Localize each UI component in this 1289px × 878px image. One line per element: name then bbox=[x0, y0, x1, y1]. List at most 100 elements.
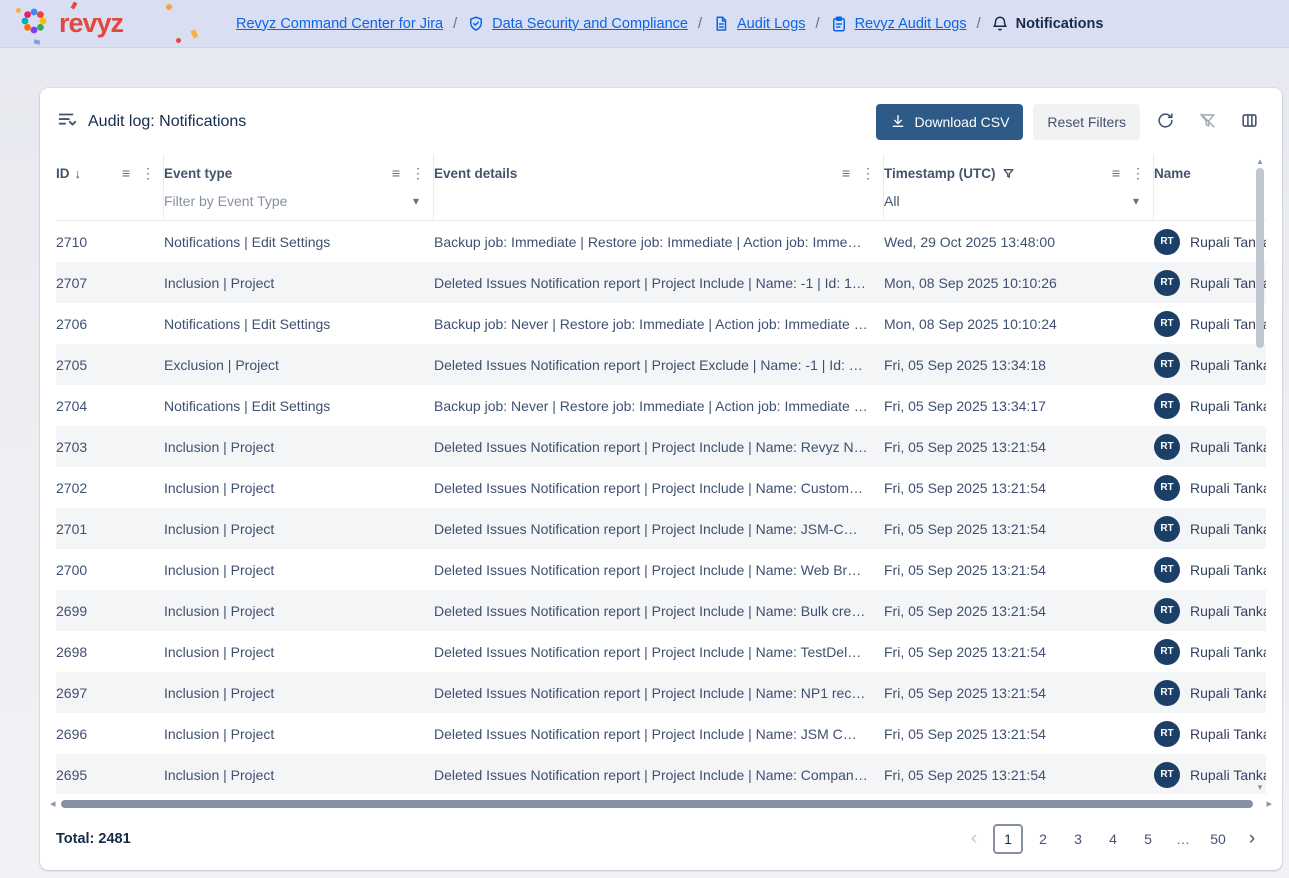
cell-timestamp: Fri, 05 Sep 2025 13:21:54 bbox=[884, 685, 1154, 701]
table-row[interactable]: 2699 Inclusion | Project Deleted Issues … bbox=[56, 590, 1266, 631]
previous-page-button[interactable]: ‹ bbox=[960, 824, 988, 854]
page-button-2[interactable]: 2 bbox=[1028, 824, 1058, 854]
next-page-button[interactable]: › bbox=[1238, 824, 1266, 854]
drag-handle-icon[interactable]: ≡ bbox=[1112, 165, 1120, 181]
audit-table: ID ↓ ≡ ⋮ Event type ≡ ⋮ bbox=[56, 154, 1266, 794]
audit-log-list-icon bbox=[56, 109, 78, 136]
confetti-decoration bbox=[16, 8, 21, 13]
breadcrumb-command-center-link[interactable]: Revyz Command Center for Jira bbox=[236, 16, 443, 32]
pagination-ellipsis: … bbox=[1168, 824, 1198, 854]
revyz-logo[interactable]: revyz bbox=[16, 0, 212, 48]
cell-id: 2699 bbox=[56, 603, 164, 619]
cell-event-details: Deleted Issues Notification report | Pro… bbox=[434, 644, 884, 660]
breadcrumb: Revyz Command Center for Jira / Data Sec… bbox=[236, 15, 1103, 33]
table-row[interactable]: 2700 Inclusion | Project Deleted Issues … bbox=[56, 549, 1266, 590]
table-row[interactable]: 2710 Notifications | Edit Settings Backu… bbox=[56, 221, 1266, 262]
revyz-pinwheel-icon bbox=[16, 3, 52, 44]
cell-event-details: Deleted Issues Notification report | Pro… bbox=[434, 767, 884, 783]
reset-filters-button[interactable]: Reset Filters bbox=[1033, 104, 1140, 140]
drag-handle-icon[interactable]: ≡ bbox=[122, 165, 130, 181]
confetti-decoration bbox=[191, 29, 199, 38]
cell-id: 2703 bbox=[56, 439, 164, 455]
breadcrumb-revyz-audit-logs-link[interactable]: Revyz Audit Logs bbox=[830, 15, 967, 33]
table-row[interactable]: 2704 Notifications | Edit Settings Backu… bbox=[56, 385, 1266, 426]
breadcrumb-audit-logs-link[interactable]: Audit Logs bbox=[712, 15, 806, 33]
table-row[interactable]: 2696 Inclusion | Project Deleted Issues … bbox=[56, 713, 1266, 754]
table-row[interactable]: 2702 Inclusion | Project Deleted Issues … bbox=[56, 467, 1266, 508]
table-row[interactable]: 2698 Inclusion | Project Deleted Issues … bbox=[56, 631, 1266, 672]
filter-funnel-icon[interactable] bbox=[1002, 167, 1015, 180]
page-button-50[interactable]: 50 bbox=[1203, 824, 1233, 854]
page-button-5[interactable]: 5 bbox=[1133, 824, 1163, 854]
vertical-scrollbar[interactable]: ▴ ▾ bbox=[1254, 156, 1266, 792]
clear-filters-button[interactable] bbox=[1190, 105, 1224, 139]
page-button-3[interactable]: 3 bbox=[1063, 824, 1093, 854]
drag-handle-icon[interactable]: ≡ bbox=[392, 165, 400, 181]
scroll-up-icon[interactable]: ▴ bbox=[1258, 156, 1263, 166]
cell-name: RT Rupali Tanka bbox=[1154, 270, 1266, 296]
page-title: Audit log: Notifications bbox=[88, 113, 246, 131]
cell-id: 2701 bbox=[56, 521, 164, 537]
horizontal-scrollbar[interactable]: ◂ ▸ bbox=[50, 796, 1272, 812]
column-header-timestamp: Timestamp (UTC) ≡ ⋮ All bbox=[884, 154, 1154, 220]
refresh-button[interactable] bbox=[1148, 105, 1182, 139]
scroll-down-icon[interactable]: ▾ bbox=[1258, 782, 1263, 792]
event-type-filter-input[interactable] bbox=[164, 193, 407, 209]
vertical-scroll-track[interactable] bbox=[1256, 168, 1264, 780]
scroll-right-icon[interactable]: ▸ bbox=[1266, 799, 1272, 810]
cell-event-details: Deleted Issues Notification report | Pro… bbox=[434, 726, 884, 742]
column-menu-icon[interactable]: ⋮ bbox=[411, 165, 425, 182]
cell-id: 2710 bbox=[56, 234, 164, 250]
cell-event-details: Deleted Issues Notification report | Pro… bbox=[434, 521, 884, 537]
table-row[interactable]: 2695 Inclusion | Project Deleted Issues … bbox=[56, 754, 1266, 794]
scroll-left-icon[interactable]: ◂ bbox=[50, 799, 56, 810]
table-row[interactable]: 2701 Inclusion | Project Deleted Issues … bbox=[56, 508, 1266, 549]
horizontal-scroll-thumb[interactable] bbox=[61, 800, 1254, 808]
cell-name: RT Rupali Tanka bbox=[1154, 475, 1266, 501]
breadcrumb-label: Revyz Command Center for Jira bbox=[236, 16, 443, 32]
vertical-scroll-thumb[interactable] bbox=[1256, 168, 1264, 348]
cell-id: 2696 bbox=[56, 726, 164, 742]
table-row[interactable]: 2697 Inclusion | Project Deleted Issues … bbox=[56, 672, 1266, 713]
avatar: RT bbox=[1154, 557, 1180, 583]
cell-name: RT Rupali Tanka bbox=[1154, 598, 1266, 624]
breadcrumb-notifications-current: Notifications bbox=[991, 15, 1104, 33]
avatar: RT bbox=[1154, 516, 1180, 542]
download-csv-button[interactable]: Download CSV bbox=[876, 104, 1023, 140]
horizontal-scroll-track[interactable] bbox=[61, 800, 1262, 808]
avatar: RT bbox=[1154, 229, 1180, 255]
pagination: ‹ 12345…50 › bbox=[960, 824, 1266, 854]
drag-handle-icon[interactable]: ≡ bbox=[842, 165, 850, 181]
confetti-decoration bbox=[34, 39, 41, 44]
card-toolbar: Audit log: Notifications Download CSV Re… bbox=[40, 88, 1282, 154]
breadcrumb-label: Revyz Audit Logs bbox=[855, 16, 967, 32]
page-button-4[interactable]: 4 bbox=[1098, 824, 1128, 854]
cell-timestamp: Fri, 05 Sep 2025 13:21:54 bbox=[884, 480, 1154, 496]
bell-icon bbox=[991, 15, 1009, 33]
avatar: RT bbox=[1154, 352, 1180, 378]
chevron-down-icon[interactable]: ▾ bbox=[407, 194, 419, 208]
table-row[interactable]: 2703 Inclusion | Project Deleted Issues … bbox=[56, 426, 1266, 467]
sort-desc-icon[interactable]: ↓ bbox=[75, 166, 82, 181]
breadcrumb-separator: / bbox=[977, 16, 981, 32]
breadcrumb-data-security-link[interactable]: Data Security and Compliance bbox=[467, 15, 688, 33]
cell-timestamp: Fri, 05 Sep 2025 13:34:18 bbox=[884, 357, 1154, 373]
page-button-1[interactable]: 1 bbox=[993, 824, 1023, 854]
table-header: ID ↓ ≡ ⋮ Event type ≡ ⋮ bbox=[56, 154, 1266, 221]
table-row[interactable]: 2707 Inclusion | Project Deleted Issues … bbox=[56, 262, 1266, 303]
columns-button[interactable] bbox=[1232, 105, 1266, 139]
column-menu-icon[interactable]: ⋮ bbox=[861, 165, 875, 182]
main-content: Audit log: Notifications Download CSV Re… bbox=[0, 88, 1289, 870]
column-menu-icon[interactable]: ⋮ bbox=[1131, 165, 1145, 182]
table-row[interactable]: 2706 Notifications | Edit Settings Backu… bbox=[56, 303, 1266, 344]
cell-name: RT Rupali Tanka bbox=[1154, 557, 1266, 583]
table-row[interactable]: 2705 Exclusion | Project Deleted Issues … bbox=[56, 344, 1266, 385]
timestamp-filter-select[interactable]: All ▾ bbox=[884, 193, 1139, 209]
cell-id: 2706 bbox=[56, 316, 164, 332]
chevron-down-icon: ▾ bbox=[1127, 194, 1139, 208]
clipboard-icon bbox=[830, 15, 848, 33]
cell-event-type: Inclusion | Project bbox=[164, 603, 434, 619]
column-menu-icon[interactable]: ⋮ bbox=[141, 165, 155, 182]
cell-id: 2707 bbox=[56, 275, 164, 291]
avatar: RT bbox=[1154, 680, 1180, 706]
